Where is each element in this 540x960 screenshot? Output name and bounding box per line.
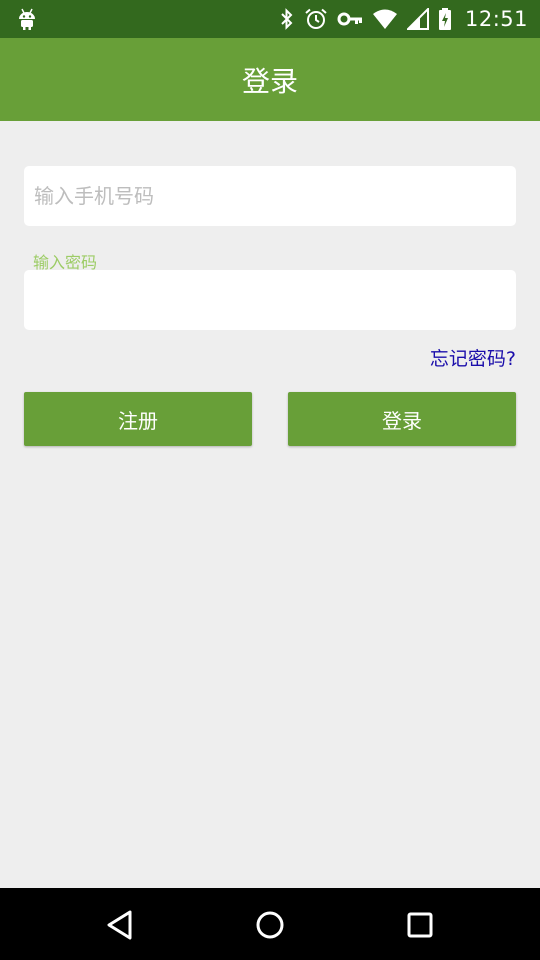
back-button[interactable]	[103, 908, 137, 942]
status-time: 12:51	[464, 7, 528, 31]
signal-icon	[406, 8, 429, 30]
recents-icon	[407, 912, 433, 938]
login-button[interactable]: 登录	[288, 392, 516, 446]
home-button[interactable]	[253, 908, 287, 942]
android-icon	[19, 8, 35, 30]
wifi-icon	[372, 9, 397, 29]
bluetooth-icon	[281, 8, 293, 30]
key-icon	[337, 12, 362, 26]
password-input[interactable]	[24, 270, 516, 330]
battery-icon	[438, 8, 451, 30]
page-title: 登录	[241, 64, 298, 98]
register-button[interactable]: 注册	[24, 392, 252, 446]
app-bar: 登录	[0, 38, 540, 121]
phone-input[interactable]	[24, 166, 516, 226]
back-icon	[107, 910, 132, 940]
home-icon	[256, 911, 284, 939]
status-bar: 12:51	[0, 0, 540, 38]
forgot-password-link[interactable]: 忘记密码?	[430, 344, 516, 371]
navigation-bar	[0, 888, 540, 960]
recents-button[interactable]	[403, 908, 437, 942]
alarm-icon	[305, 8, 327, 29]
